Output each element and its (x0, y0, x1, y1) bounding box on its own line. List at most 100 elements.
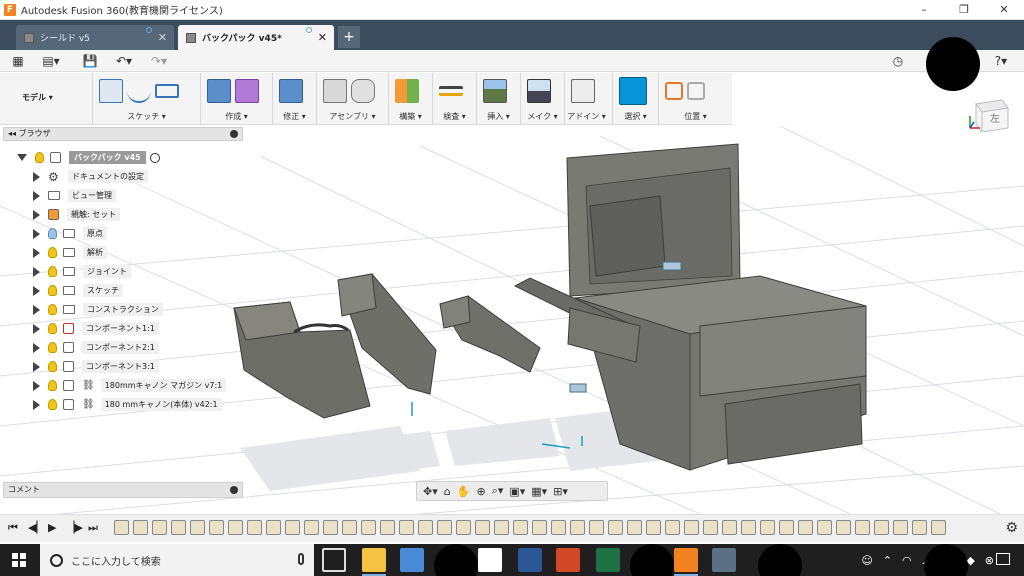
timeline-feature-marker[interactable] (323, 520, 338, 535)
visibility-bulb-icon[interactable] (48, 323, 57, 334)
position-menu-label[interactable]: 位置 ▾ (659, 111, 732, 122)
rectangle-icon[interactable] (155, 84, 179, 98)
job-status-clock-icon[interactable]: ◷ (890, 52, 906, 70)
make-group[interactable]: メイク ▾ (520, 73, 564, 125)
visibility-bulb-icon[interactable] (48, 228, 57, 239)
sketch-group[interactable]: スケッチ ▾ (92, 73, 200, 125)
joint-icon[interactable] (351, 79, 375, 103)
expand-icon[interactable] (33, 323, 40, 334)
expand-icon[interactable] (33, 266, 40, 277)
expand-icon[interactable] (33, 399, 40, 410)
make-menu-label[interactable]: メイク ▾ (521, 111, 564, 122)
tree-item[interactable]: 親触: セット (33, 206, 121, 223)
timeline-feature-marker[interactable] (247, 520, 262, 535)
timeline-feature-marker[interactable] (456, 520, 471, 535)
addins-menu-label[interactable]: アドイン ▾ (565, 111, 608, 122)
timeline-feature-marker[interactable] (836, 520, 851, 535)
mail-icon[interactable] (478, 548, 502, 572)
taskbar-search-box[interactable]: ここに入力して検索 (40, 544, 314, 576)
visibility-bulb-icon[interactable] (48, 247, 57, 258)
word-icon[interactable] (518, 548, 542, 572)
visibility-bulb-icon[interactable] (48, 380, 57, 391)
timeline-feature-marker[interactable] (589, 520, 604, 535)
select-arrow-icon[interactable] (619, 77, 647, 105)
timeline-feature-marker[interactable] (152, 520, 167, 535)
timeline-feature-marker[interactable] (285, 520, 300, 535)
tree-item-label[interactable]: コンポーネント2:1 (82, 341, 159, 354)
notification-center-icon[interactable] (996, 553, 1010, 565)
expand-icon[interactable] (33, 342, 40, 353)
windows-start-icon[interactable] (12, 553, 26, 567)
timeline-settings-gear-icon[interactable]: ⚙ (1005, 520, 1018, 536)
tree-item[interactable]: ⛓ 180 mmキャノン(本体) v42:1 (33, 396, 222, 413)
measure-icon[interactable] (439, 86, 463, 96)
grid-settings-icon[interactable]: ▦▾ (531, 485, 547, 498)
tree-item-label[interactable]: 原点 (83, 227, 107, 240)
excel-icon[interactable] (596, 548, 620, 572)
timeline-feature-marker[interactable] (437, 520, 452, 535)
fit-icon[interactable]: ⌕▾ (492, 484, 504, 498)
file-explorer-icon[interactable] (362, 548, 386, 576)
view-cube[interactable]: 左 (968, 94, 1012, 132)
tree-item-label[interactable]: 180mmキャノン マガジン v7:1 (100, 379, 227, 392)
minimize-button[interactable]: – (904, 0, 944, 20)
visibility-bulb-icon[interactable] (48, 266, 57, 277)
maximize-button[interactable]: ❐ (944, 0, 984, 20)
tree-item[interactable]: コンポーネント2:1 (33, 339, 159, 356)
browser-options-icon[interactable] (230, 130, 238, 138)
timeline-feature-marker[interactable] (209, 520, 224, 535)
timeline-feature-marker[interactable] (342, 520, 357, 535)
timeline-feature-marker[interactable] (779, 520, 794, 535)
expand-icon[interactable] (33, 285, 40, 296)
show-hidden-icons[interactable]: ⌃ (883, 554, 892, 567)
timeline-feature-marker[interactable] (646, 520, 661, 535)
construct-menu-label[interactable]: 構築 ▾ (389, 111, 432, 122)
tree-item[interactable]: 原点 (33, 225, 107, 242)
tree-item[interactable]: コンストラクション (33, 301, 163, 318)
timeline-feature-marker[interactable] (532, 520, 547, 535)
assemble-group[interactable]: アセンブリ ▾ (316, 73, 388, 125)
visibility-bulb-icon[interactable] (48, 285, 57, 296)
timeline-feature-marker[interactable] (114, 520, 129, 535)
zoom-icon[interactable]: ⊕ (476, 485, 485, 498)
visibility-bulb-icon[interactable] (48, 342, 57, 353)
expand-icon[interactable] (33, 247, 40, 258)
tree-item[interactable]: ⚙ ドキュメントの設定 (33, 168, 148, 185)
tree-item-label[interactable]: ジョイント (83, 265, 131, 278)
visibility-bulb-icon[interactable] (48, 399, 57, 410)
visibility-bulb-icon[interactable] (48, 304, 57, 315)
timeline-feature-marker[interactable] (931, 520, 946, 535)
form-icon[interactable] (235, 79, 259, 103)
collapse-browser-icon[interactable]: ◂◂ (8, 129, 19, 138)
timeline-feature-marker[interactable] (380, 520, 395, 535)
photos-icon[interactable] (712, 548, 736, 572)
tree-item-label[interactable]: 解析 (83, 246, 107, 259)
tab-shield[interactable]: シールド v5 ✕ (16, 25, 174, 50)
timeline-feature-marker[interactable] (684, 520, 699, 535)
display-settings-icon[interactable]: ▣▾ (509, 485, 525, 498)
tree-item[interactable]: スケッチ (33, 282, 123, 299)
user-avatar[interactable] (926, 37, 980, 91)
visibility-bulb-icon[interactable] (48, 361, 57, 372)
sketch-menu-label[interactable]: スケッチ ▾ (93, 111, 200, 122)
timeline-feature-marker[interactable] (912, 520, 927, 535)
tree-item-label[interactable]: コンポーネント1:1 (82, 322, 159, 335)
timeline-feature-marker[interactable] (760, 520, 775, 535)
step-back-icon[interactable]: ◀▏ (28, 521, 45, 534)
add-comment-icon[interactable] (230, 486, 238, 494)
expand-icon[interactable] (33, 304, 40, 315)
tree-item[interactable]: ビュー管理 (33, 187, 116, 204)
3d-print-icon[interactable] (527, 79, 551, 103)
powerpoint-icon[interactable] (556, 548, 580, 572)
tree-item[interactable]: ⛓ 180mmキャノン マガジン v7:1 (33, 377, 227, 394)
expand-icon[interactable] (33, 361, 40, 372)
timeline-feature-marker[interactable] (741, 520, 756, 535)
select-group[interactable]: 選択 ▾ (612, 73, 658, 125)
timeline-feature-marker[interactable] (551, 520, 566, 535)
tree-item-label[interactable]: ドキュメントの設定 (68, 170, 148, 183)
tree-item-label[interactable]: コンポーネント3:1 (82, 360, 159, 373)
store-icon[interactable] (400, 548, 424, 572)
activate-radio-icon[interactable] (149, 152, 160, 163)
go-to-end-icon[interactable]: ⏭ (88, 521, 98, 535)
orbit-icon[interactable]: ✥▾ (423, 485, 438, 498)
